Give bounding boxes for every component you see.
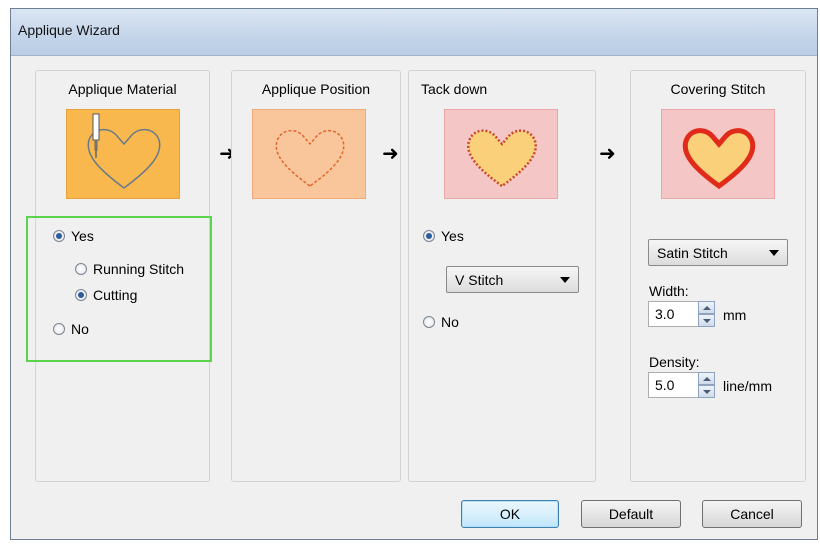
right-arrow-icon: ➜ (382, 143, 399, 165)
heart-outline-with-needle-icon (87, 113, 161, 189)
width-unit: mm (723, 307, 747, 323)
radio-button[interactable] (423, 230, 435, 242)
width-input[interactable]: 3.0 (648, 301, 700, 327)
spin-up-icon[interactable] (698, 372, 715, 385)
applique-material-image (66, 109, 180, 199)
density-spin-buttons[interactable] (698, 372, 715, 398)
tackdown-yes-label: Yes (441, 228, 464, 244)
applique-wizard-dialog: Applique Wizard Applique Material Yes Ru… (10, 8, 818, 540)
density-unit: line/mm (723, 378, 773, 394)
density-label: Density: (649, 354, 700, 370)
panel-title-applique-material: Applique Material (68, 81, 177, 97)
width-spinner[interactable]: 3.0 (648, 301, 718, 327)
chevron-down-icon (560, 277, 570, 283)
dialog-body: Applique Material Yes Running Stitch Cut… (11, 56, 817, 539)
applique-position-image (252, 109, 366, 199)
panel-covering-stitch: Covering Stitch Satin Stitch Width: 3.0 … (630, 70, 806, 482)
density-input[interactable]: 5.0 (648, 372, 700, 398)
chevron-down-icon (769, 250, 779, 256)
radio-button[interactable] (423, 316, 435, 328)
tackdown-no-radio[interactable]: No (423, 314, 459, 330)
heart-dashed-outline-icon (275, 129, 345, 187)
default-button[interactable]: Default (581, 500, 681, 528)
spin-down-icon[interactable] (698, 314, 715, 327)
width-spin-buttons[interactable] (698, 301, 715, 327)
right-arrow-icon: ➜ (599, 143, 616, 165)
heart-satin-border-icon (682, 128, 756, 190)
covering-stitch-value: Satin Stitch (657, 244, 728, 261)
spin-up-icon[interactable] (698, 301, 715, 314)
density-spinner[interactable]: 5.0 (648, 372, 718, 398)
covering-stitch-image (661, 109, 775, 199)
material-options-highlight (26, 216, 212, 362)
width-label: Width: (649, 283, 689, 299)
tackdown-no-label: No (441, 314, 459, 330)
window-title: Applique Wizard (18, 22, 120, 38)
covering-stitch-dropdown[interactable]: Satin Stitch (648, 239, 788, 266)
panel-tack-down: Tack down Yes V Stitch No (408, 70, 596, 482)
panel-applique-position: Applique Position (231, 70, 401, 482)
tack-down-image (444, 109, 558, 199)
tackdown-stitch-dropdown[interactable]: V Stitch (446, 266, 579, 293)
cancel-button[interactable]: Cancel (702, 500, 802, 528)
panel-title-covering-stitch: Covering Stitch (670, 81, 766, 97)
spin-down-icon[interactable] (698, 385, 715, 398)
heart-filled-dotted-icon (467, 129, 537, 188)
tackdown-stitch-value: V Stitch (455, 271, 504, 288)
ok-button[interactable]: OK (461, 500, 559, 528)
panel-title-applique-position: Applique Position (261, 81, 371, 97)
panel-title-tack-down: Tack down (421, 81, 488, 97)
tackdown-yes-radio[interactable]: Yes (423, 228, 464, 244)
title-bar: Applique Wizard (11, 9, 817, 56)
